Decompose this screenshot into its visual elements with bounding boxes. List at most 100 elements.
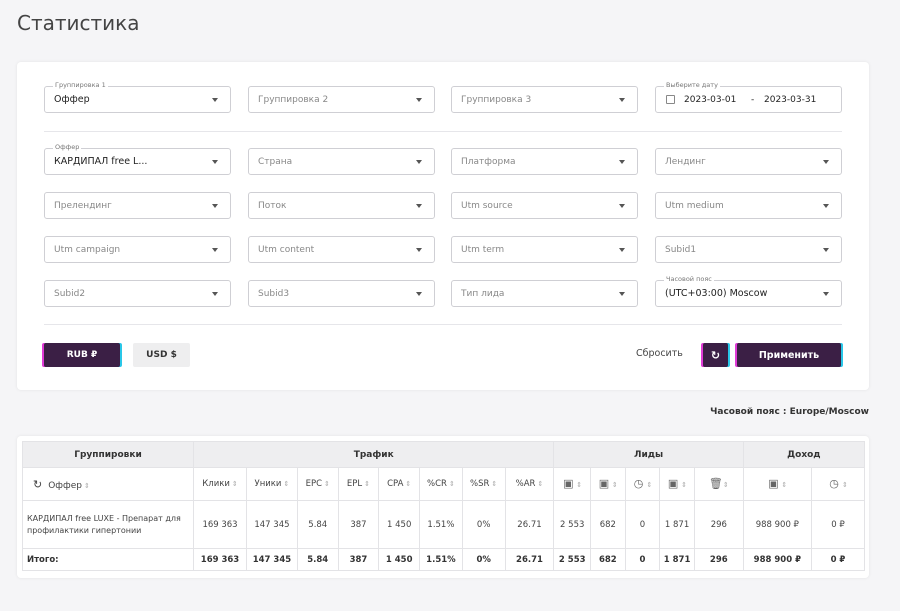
calendar-x-icon: ▣: [667, 477, 679, 490]
prelanding-placeholder: Прелендинг: [54, 201, 112, 211]
divider: [44, 324, 842, 325]
country-select[interactable]: Страна: [248, 148, 435, 175]
column-label: %AR: [515, 479, 536, 489]
cell-leads-approved: 682: [590, 500, 626, 549]
platform-select[interactable]: Платформа: [451, 148, 638, 175]
reset-button[interactable]: Сбросить: [636, 348, 683, 359]
column-header-offer[interactable]: ↻ Оффер ⇕: [21, 467, 195, 501]
lead-type-select[interactable]: Тип лида: [451, 280, 638, 307]
country-placeholder: Страна: [258, 157, 293, 167]
total-epl: 387: [337, 548, 380, 571]
column-header-leads-trash[interactable]: 🗑⇕: [693, 467, 744, 501]
column-header-leads-total[interactable]: ▣ ⇕: [553, 467, 592, 501]
utm-content-select[interactable]: Utm content: [248, 236, 435, 263]
column-header-cpa[interactable]: CPA ⇕: [378, 467, 421, 501]
timezone-select[interactable]: Часовой пояс (UTC+03:00) Moscow: [655, 274, 842, 307]
column-header-clicks[interactable]: Клики ⇕: [193, 467, 247, 501]
utm-source-placeholder: Utm source: [461, 201, 513, 211]
column-label: %SR: [470, 479, 490, 489]
refresh-button[interactable]: ↻: [703, 343, 728, 367]
cell-clicks: 169 363: [193, 500, 247, 549]
chevron-down-icon: [619, 204, 625, 208]
total-leads-rejected: 1 871: [659, 548, 695, 571]
subid2-select[interactable]: Subid2: [44, 280, 231, 307]
clock-icon: ◷: [633, 477, 644, 490]
timezone-label: Часовой пояс: [664, 274, 714, 285]
column-header-income-hold[interactable]: ◷ ⇕: [810, 467, 866, 501]
column-header-income-approved[interactable]: ▣ ⇕: [742, 467, 812, 501]
total-leads-trash: 296: [693, 548, 744, 571]
column-header-cr[interactable]: %CR ⇕: [419, 467, 463, 501]
date-range-picker[interactable]: Выберите дату 2023-03-01 - 2023-03-31: [655, 80, 842, 113]
column-header-leads-approved[interactable]: ▣ ⇕: [590, 467, 626, 501]
cell-income-approved: 988 900 ₽: [742, 500, 812, 549]
subid3-select[interactable]: Subid3: [248, 280, 435, 307]
filters-card: Группировка 1 Оффер Группировка 2 Группи…: [17, 62, 869, 390]
column-label: CPA: [387, 479, 404, 489]
date-to: 2023-03-31: [764, 95, 817, 105]
chevron-down-icon: [212, 292, 218, 296]
utm-medium-select[interactable]: Utm medium: [655, 192, 842, 219]
column-header-leads-rejected[interactable]: ▣ ⇕: [659, 467, 695, 501]
column-header-uniques[interactable]: Уники ⇕: [245, 467, 298, 501]
offer-value: КАРДИПАЛ free L...: [54, 156, 148, 167]
apply-button[interactable]: Применить: [737, 343, 841, 367]
chevron-down-icon: [212, 248, 218, 252]
column-header-leads-hold[interactable]: ◷ ⇕: [624, 467, 661, 501]
clock-icon: ◷: [829, 477, 839, 490]
offer-select[interactable]: Оффер КАРДИПАЛ free L...: [44, 142, 231, 175]
group-header-leads: Лиды: [553, 441, 744, 468]
cell-cr: 1.51%: [419, 500, 463, 549]
timezone-value: (UTC+03:00) Moscow: [665, 288, 768, 299]
grouping3-placeholder: Группировка 3: [461, 95, 532, 105]
subid3-placeholder: Subid3: [258, 289, 290, 299]
total-clicks: 169 363: [193, 548, 247, 571]
chevron-down-icon: [416, 98, 422, 102]
divider: [44, 131, 842, 132]
prelanding-select[interactable]: Прелендинг: [44, 192, 231, 219]
grouping3-select[interactable]: Группировка 3: [451, 86, 638, 113]
chevron-down-icon: [823, 292, 829, 296]
utm-term-placeholder: Utm term: [461, 245, 505, 255]
column-label: %CR: [427, 479, 447, 489]
sort-icon: ⇕: [231, 480, 238, 488]
subid1-select[interactable]: Subid1: [655, 236, 842, 263]
utm-source-select[interactable]: Utm source: [451, 192, 638, 219]
landing-placeholder: Лендинг: [665, 157, 706, 167]
cell-offer: КАРДИПАЛ free LUXE - Препарат для профил…: [21, 500, 195, 549]
chevron-down-icon: [823, 204, 829, 208]
grouping1-select[interactable]: Группировка 1 Оффер: [44, 80, 231, 113]
calendar-check-icon: ▣: [768, 477, 779, 490]
lead-type-placeholder: Тип лида: [461, 289, 505, 299]
group-header-income: Доход: [742, 441, 866, 468]
cell-sr: 0%: [461, 500, 506, 549]
cell-epl: 387: [337, 500, 380, 549]
grouping2-select[interactable]: Группировка 2: [248, 86, 435, 113]
refresh-icon[interactable]: ↻: [33, 478, 42, 491]
stats-table: Группировки Трафик Лиды Доход ↻ Оффер ⇕ Кл…: [21, 441, 866, 571]
landing-select[interactable]: Лендинг: [655, 148, 842, 175]
calendar-plus-icon: ▣: [563, 477, 574, 490]
total-income-approved: 988 900 ₽: [742, 548, 812, 571]
column-header-ar[interactable]: %AR ⇕: [504, 467, 555, 501]
sort-icon: ⇕: [283, 480, 290, 488]
column-header-epc[interactable]: EPC ⇕: [296, 467, 339, 501]
chevron-down-icon: [619, 98, 625, 102]
utm-term-select[interactable]: Utm term: [451, 236, 638, 263]
column-header-sr[interactable]: %SR ⇕: [461, 467, 506, 501]
date-from: 2023-03-01: [684, 95, 737, 105]
utm-campaign-select[interactable]: Utm campaign: [44, 236, 231, 263]
chevron-down-icon: [619, 292, 625, 296]
currency-usd-button[interactable]: USD $: [133, 343, 190, 367]
total-label: Итого:: [21, 548, 195, 571]
sort-icon: ⇕: [491, 480, 498, 488]
currency-rub-button[interactable]: RUB ₽: [44, 343, 120, 367]
stream-select[interactable]: Поток: [248, 192, 435, 219]
chevron-down-icon: [212, 204, 218, 208]
offer-label: Оффер: [53, 142, 82, 153]
cell-leads-trash: 296: [693, 500, 744, 549]
chevron-down-icon: [416, 160, 422, 164]
column-header-epl[interactable]: EPL ⇕: [337, 467, 380, 501]
utm-campaign-placeholder: Utm campaign: [54, 245, 121, 255]
sort-icon: ⇕: [405, 480, 412, 488]
